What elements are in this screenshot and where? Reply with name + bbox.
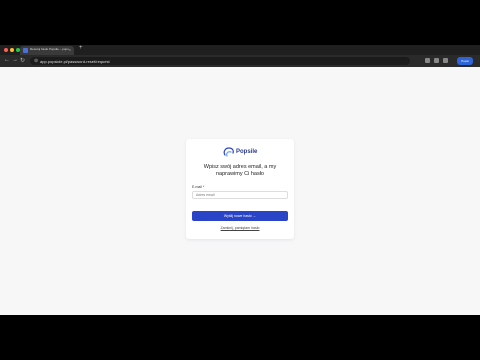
lock-icon: ⊚ (34, 58, 39, 64)
logo-text: Popsile (236, 149, 258, 155)
brand-logo: Popsile (223, 147, 259, 157)
close-window-dot[interactable] (4, 48, 8, 52)
reset-password-card: Popsile Wpisz swój adres email, a my nap… (186, 139, 294, 239)
email-label: E-mail * (192, 185, 205, 189)
url-field[interactable]: ⊚ app.popsicle.pl/password-reset/request (30, 57, 410, 65)
back-arrow-icon[interactable]: ← (4, 57, 10, 63)
top-letterbox (0, 0, 480, 45)
popsile-logo-icon (223, 147, 234, 157)
extension-icon[interactable] (443, 58, 448, 63)
send-new-password-label: Wyślij nowe hasło (223, 214, 252, 218)
tab-close-icon[interactable]: × (69, 47, 71, 52)
send-new-password-button[interactable]: Wyślij nowe hasło → (192, 211, 288, 221)
url-text: app.popsicle.pl/password-reset/request (40, 59, 110, 64)
page-title: Wpisz swój adres email, a my naprawimy C… (203, 164, 277, 177)
new-tab-icon[interactable]: + (79, 45, 83, 51)
remember-password-link[interactable]: Zamknij, pamiętam hasło (186, 226, 294, 230)
extension-icon[interactable] (425, 58, 430, 63)
extension-button[interactable]: Popsi (457, 57, 473, 65)
reload-icon[interactable]: ↻ (20, 57, 25, 64)
forward-arrow-icon[interactable]: → (12, 57, 18, 63)
bottom-letterbox (0, 315, 480, 360)
arrow-right-icon: → (252, 214, 257, 218)
address-bar-row: ← → ↻ ⊚ app.popsicle.pl/password-reset/r… (0, 55, 480, 67)
browser-tabstrip: Resetuj hasło Popsile – pops × + (0, 45, 480, 55)
email-field[interactable] (192, 191, 288, 199)
tab-title: Resetuj hasło Popsile – pops (30, 47, 69, 51)
extension-icon[interactable] (434, 58, 439, 63)
tab-favicon-icon (23, 48, 28, 53)
browser-tab[interactable]: Resetuj hasło Popsile – pops × (20, 46, 74, 55)
minimize-window-dot[interactable] (10, 48, 14, 52)
page-body: Popsile Wpisz swój adres email, a my nap… (0, 67, 480, 315)
